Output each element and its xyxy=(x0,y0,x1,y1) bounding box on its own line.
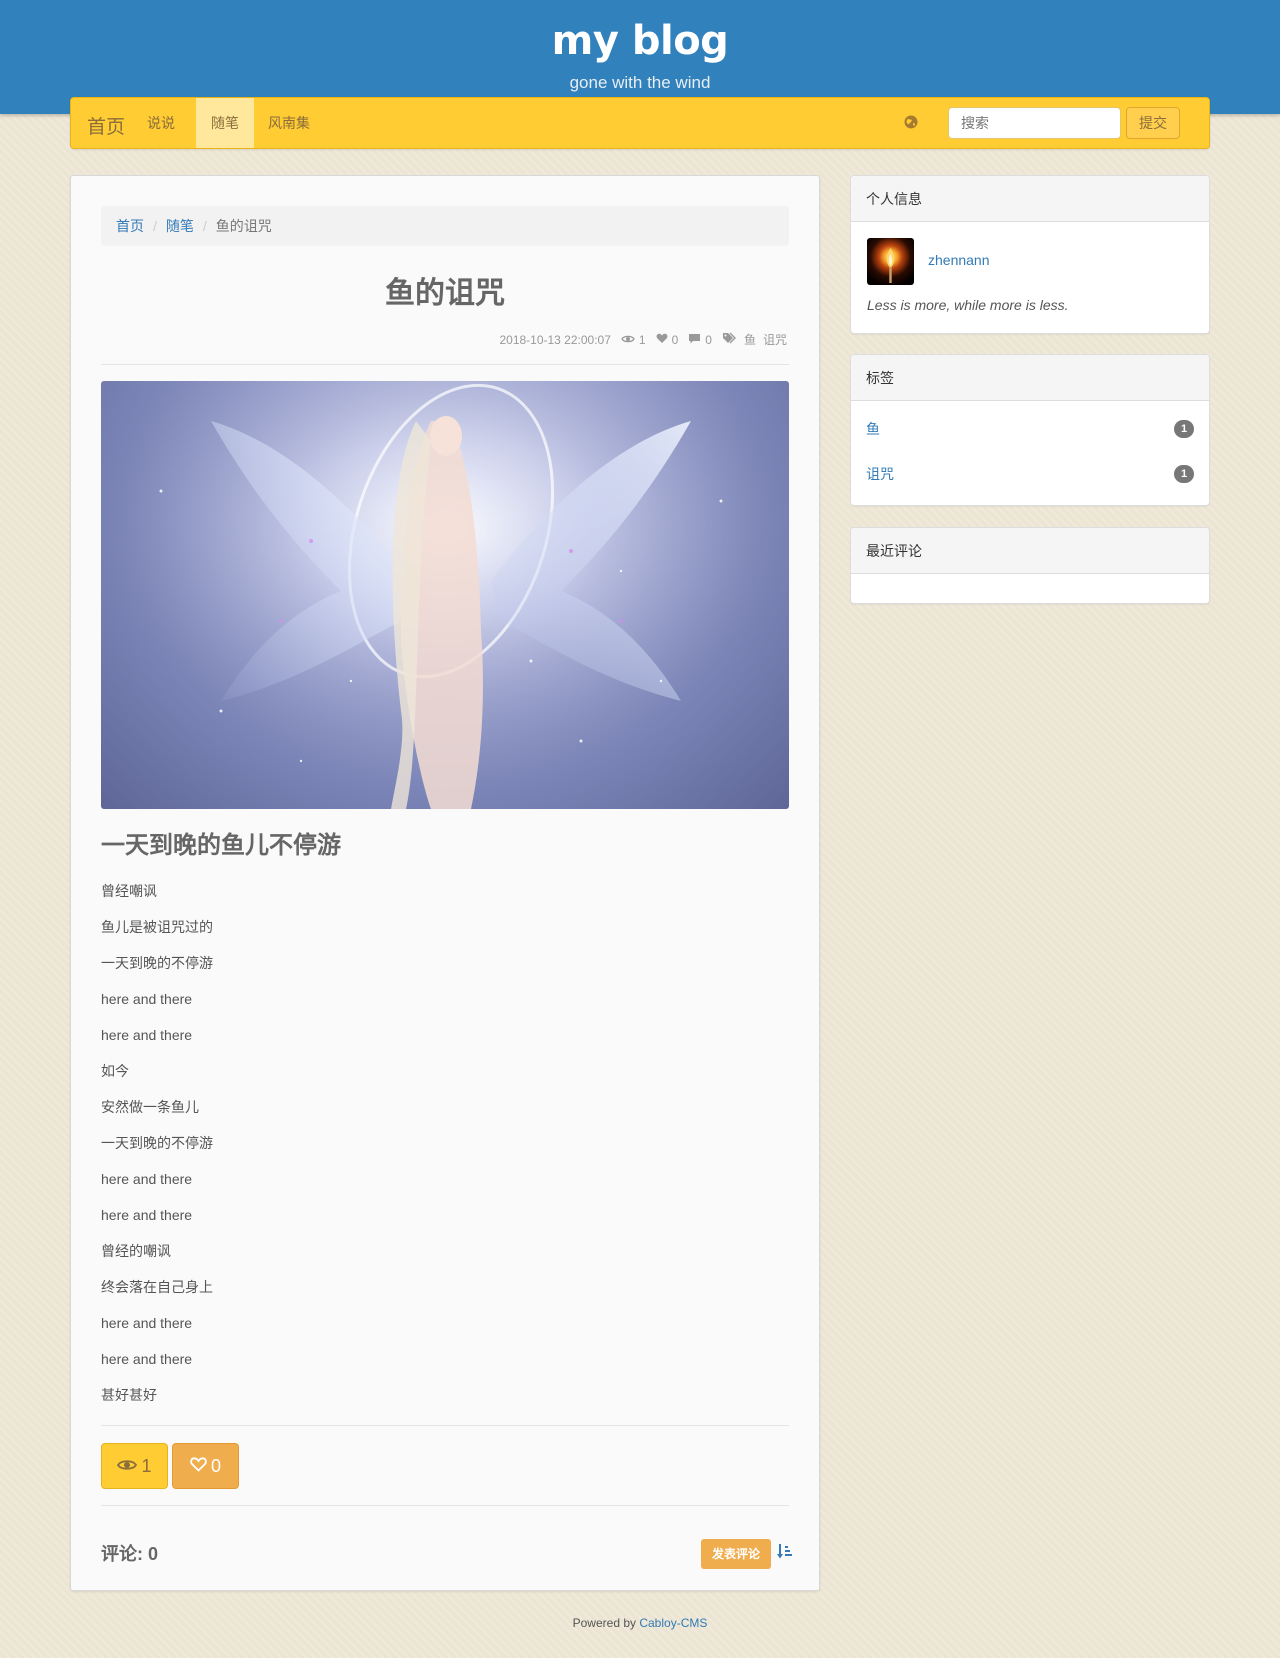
tag-count-badge: 1 xyxy=(1174,465,1194,483)
like-button-count: 0 xyxy=(210,1455,221,1476)
post-paragraph: 如今 xyxy=(101,1063,129,1079)
post-paragraph: here and there xyxy=(101,1207,193,1223)
post-paragraph: here and there xyxy=(101,1171,193,1187)
post-paragraph: here and there xyxy=(101,1027,193,1043)
post-paragraph: 一天到晚的不停游 xyxy=(101,1135,213,1151)
views-button[interactable]: 1 xyxy=(101,1443,168,1489)
profile-panel: 个人信息 zhennann Less is more, while more i… xyxy=(850,175,1210,334)
tag-label[interactable]: 诅咒 xyxy=(866,466,894,482)
post-date: 2018-10-13 22:00:07 xyxy=(499,332,611,347)
post-paragraph: here and there xyxy=(101,1315,193,1331)
post-body: 曾经嘲讽 鱼儿是被诅咒过的 一天到晚的不停游 here and there he… xyxy=(101,882,789,1422)
post-comments-count: 0 xyxy=(705,332,712,347)
post-views-count: 1 xyxy=(638,332,646,347)
post-paragraph: 曾经的嘲讽 xyxy=(101,1243,171,1259)
footer-prefix: Powered by xyxy=(572,1616,636,1630)
post-tag-link[interactable]: 诅咒 xyxy=(763,331,787,348)
post-paragraph: 终会落在自己身上 xyxy=(101,1279,213,1295)
nav-brand-home[interactable]: 首页 xyxy=(87,112,125,139)
post-paragraph: 安然做一条鱼儿 xyxy=(101,1099,199,1115)
nav-item-fengnanji[interactable]: 风南集 xyxy=(253,98,325,148)
tag-label[interactable]: 鱼 xyxy=(866,421,880,437)
like-button[interactable]: 0 xyxy=(172,1443,239,1489)
post-paragraph: here and there xyxy=(101,1351,193,1367)
globe-icon[interactable] xyxy=(903,114,919,130)
post-paragraph: 鱼儿是被诅咒过的 xyxy=(101,919,213,935)
eye-icon xyxy=(117,1456,138,1477)
post-panel: 首页 / 随笔 / 鱼的诅咒 鱼的诅咒 2018-10-13 22:00:07 1 0 … xyxy=(70,175,820,1591)
post-paragraph: 甚好甚好 xyxy=(101,1387,157,1403)
post-likes-count: 0 xyxy=(671,332,679,347)
breadcrumb: 首页 / 随笔 / 鱼的诅咒 xyxy=(101,206,789,246)
search-input[interactable] xyxy=(948,107,1121,139)
profile-motto: Less is more, while more is less. xyxy=(867,297,1069,313)
eye-icon xyxy=(621,333,635,347)
nav-item-shuoshuo[interactable]: 说说 xyxy=(132,98,190,148)
avatar[interactable] xyxy=(867,238,914,285)
post-paragraph: here and there xyxy=(101,991,193,1007)
post-subtitle: 一天到晚的鱼儿不停游 xyxy=(101,832,341,859)
tag-count-badge: 1 xyxy=(1174,420,1194,438)
tags-heading: 标签 xyxy=(851,355,1209,401)
divider xyxy=(101,1505,789,1506)
post-comment-button[interactable]: 发表评论 xyxy=(701,1539,771,1569)
breadcrumb-home[interactable]: 首页 xyxy=(116,218,144,234)
sort-icon[interactable] xyxy=(776,1543,792,1561)
heart-icon xyxy=(656,333,668,347)
post-tag-link[interactable]: 鱼 xyxy=(744,331,756,348)
heart-icon xyxy=(190,1456,207,1477)
comments-count: 评论: 0 xyxy=(101,1544,159,1564)
post-title: 鱼的诅咒 xyxy=(385,277,505,310)
navbar: 首页 说说 随笔 风南集 提交 xyxy=(70,97,1210,149)
site-title[interactable]: my blog xyxy=(0,18,1280,64)
footer: Powered by Cabloy-CMS xyxy=(0,1616,1280,1630)
comment-icon xyxy=(688,333,701,347)
post-image xyxy=(101,381,789,809)
recent-comments-heading: 最近评论 xyxy=(851,528,1209,574)
breadcrumb-category[interactable]: 随笔 xyxy=(166,218,194,234)
site-subtitle: gone with the wind xyxy=(569,73,711,92)
breadcrumb-current: 鱼的诅咒 xyxy=(215,218,272,234)
profile-name[interactable]: zhennann xyxy=(928,252,990,268)
breadcrumb-separator: / xyxy=(202,218,207,234)
divider xyxy=(101,364,789,365)
tags-icon xyxy=(722,332,737,347)
nav-item-suibi[interactable]: 随笔 xyxy=(196,98,254,148)
footer-cms-link[interactable]: Cabloy-CMS xyxy=(639,1616,707,1630)
post-meta: 2018-10-13 22:00:07 1 0 0 鱼 诅咒 xyxy=(499,331,787,348)
tag-item[interactable]: 诅咒 1 xyxy=(866,464,1194,484)
post-paragraph: 曾经嘲讽 xyxy=(101,883,157,899)
divider xyxy=(101,1425,789,1426)
breadcrumb-separator: / xyxy=(153,218,157,234)
search-submit-button[interactable]: 提交 xyxy=(1126,107,1180,139)
tag-item[interactable]: 鱼 1 xyxy=(866,419,1194,439)
recent-comments-panel: 最近评论 xyxy=(850,527,1210,604)
tags-panel: 标签 鱼 1 诅咒 1 xyxy=(850,354,1210,506)
post-paragraph: 一天到晚的不停游 xyxy=(101,955,213,971)
views-button-count: 1 xyxy=(141,1455,152,1476)
profile-heading: 个人信息 xyxy=(851,176,1209,222)
